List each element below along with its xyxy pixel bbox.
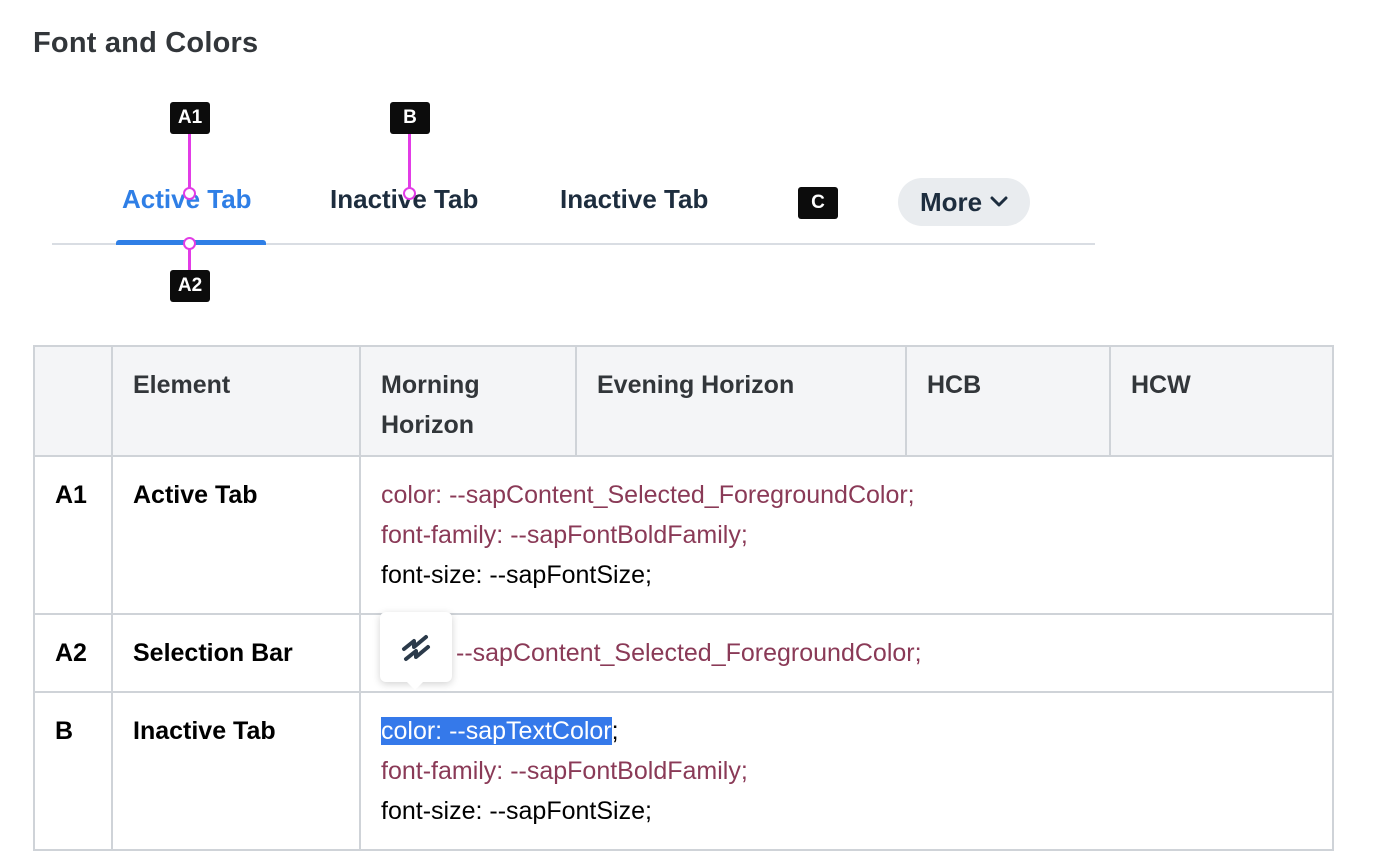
more-button-label: More bbox=[919, 186, 983, 217]
floating-toolbar[interactable] bbox=[380, 612, 452, 690]
value-line-selected[interactable]: color: --sapTextColor; bbox=[381, 711, 1312, 751]
row-values: --sapContent_Selected_ForegroundColor; bbox=[359, 613, 1334, 693]
value-line[interactable]: --sapContent_Selected_ForegroundColor; bbox=[381, 633, 1312, 673]
row-id: A2 bbox=[33, 613, 113, 693]
badge-a1: A1 bbox=[170, 102, 210, 134]
value-line[interactable]: color: --sapContent_Selected_ForegroundC… bbox=[381, 475, 1312, 515]
row-id: B bbox=[33, 691, 113, 851]
table-header-row: Element Morning Horizon Evening Horizon … bbox=[33, 345, 1334, 457]
selected-text[interactable]: color: --sapTextColor bbox=[381, 717, 612, 745]
row-element: Selection Bar bbox=[111, 613, 361, 693]
row-element: Inactive Tab bbox=[111, 691, 361, 851]
pin-dot-a1 bbox=[183, 187, 196, 200]
chevron-down-icon bbox=[990, 196, 1008, 207]
row-element: Active Tab bbox=[111, 455, 361, 615]
selected-text-suffix: ; bbox=[611, 717, 619, 745]
value-line[interactable]: font-family: --sapFontBoldFamily; bbox=[381, 515, 1312, 555]
value-line: font-size: --sapFontSize; bbox=[381, 561, 652, 589]
badge-a2: A2 bbox=[170, 270, 210, 302]
pin-line-a2 bbox=[188, 248, 191, 270]
pin-line-b bbox=[408, 134, 411, 188]
value-line: font-size: --sapFontSize; bbox=[381, 797, 652, 825]
table-row: B Inactive Tab color: --sapTextColor; fo… bbox=[33, 691, 1334, 851]
pin-line-a1 bbox=[188, 134, 191, 188]
table-row: A1 Active Tab color: --sapContent_Select… bbox=[33, 455, 1334, 615]
tab-inactive-2[interactable]: Inactive Tab bbox=[560, 184, 708, 215]
app-logo-icon[interactable] bbox=[398, 629, 434, 665]
row-values: color: --sapTextColor; font-family: --sa… bbox=[359, 691, 1334, 851]
row-id: A1 bbox=[33, 455, 113, 615]
pin-dot-b bbox=[403, 187, 416, 200]
table-row: A2 Selection Bar --sapContent_Selected_F… bbox=[33, 613, 1334, 693]
value-line[interactable]: font-family: --sapFontBoldFamily; bbox=[381, 751, 1312, 791]
badge-c: C bbox=[798, 187, 838, 219]
header-hcb: HCB bbox=[905, 345, 1111, 457]
spec-table: Element Morning Horizon Evening Horizon … bbox=[33, 345, 1334, 851]
header-element: Element bbox=[111, 345, 361, 457]
header-hcw: HCW bbox=[1109, 345, 1334, 457]
row-values: color: --sapContent_Selected_ForegroundC… bbox=[359, 455, 1334, 615]
header-evening-horizon: Evening Horizon bbox=[575, 345, 907, 457]
page-title: Font and Colors bbox=[33, 27, 259, 59]
header-morning-horizon: Morning Horizon bbox=[359, 345, 577, 457]
header-id bbox=[33, 345, 113, 457]
badge-b: B bbox=[390, 102, 430, 134]
more-button[interactable]: More bbox=[898, 178, 1030, 226]
